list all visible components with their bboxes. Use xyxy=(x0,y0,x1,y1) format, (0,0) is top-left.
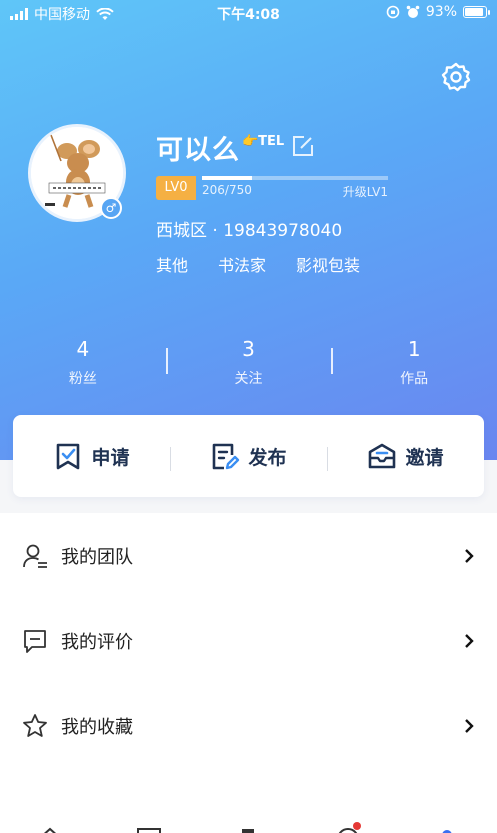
home-icon xyxy=(43,827,56,833)
invite-icon xyxy=(369,443,396,469)
stat-following[interactable]: 3 关注 xyxy=(165,336,332,392)
team-icon xyxy=(23,544,47,568)
apply-icon xyxy=(57,443,80,470)
chevron-right-icon xyxy=(465,718,474,733)
battery-percent: 93% xyxy=(425,4,457,20)
profile-tags: 其他 书法家 影视包装 xyxy=(156,252,360,276)
invite-label: 邀请 xyxy=(405,446,444,469)
tab-publish[interactable] xyxy=(235,822,261,833)
menu-item-team[interactable]: 我的团队 xyxy=(0,513,497,598)
tag-item: 书法家 xyxy=(218,256,267,275)
quick-actions-card: 申请 发布 邀请 xyxy=(13,415,484,497)
settings-gear-icon[interactable] xyxy=(440,61,472,93)
bottom-tab-bar xyxy=(0,822,497,833)
stat-works[interactable]: 1 作品 xyxy=(331,336,497,392)
invite-button[interactable]: 邀请 xyxy=(327,415,484,497)
level-progress: LV0 206/750 升级LV1 xyxy=(156,176,388,200)
tab-messages[interactable] xyxy=(335,822,361,833)
menu-item-favorites[interactable]: 我的收藏 xyxy=(0,683,497,768)
menu-item-reviews[interactable]: 我的评价 xyxy=(0,598,497,683)
level-progress-text: 206/750 xyxy=(202,183,252,197)
tag-item: 影视包装 xyxy=(296,256,361,275)
stat-followers[interactable]: 4 粉丝 xyxy=(0,336,166,392)
chevron-right-icon xyxy=(465,633,474,648)
list-icon xyxy=(137,828,162,833)
menu-item-label: 我的团队 xyxy=(61,546,133,568)
level-progress-track xyxy=(202,176,388,180)
stat-value: 3 xyxy=(242,337,255,361)
next-level-label: 升级LV1 xyxy=(342,185,388,199)
stat-label: 粉丝 xyxy=(68,371,97,387)
chevron-right-icon xyxy=(465,548,474,563)
publish-button[interactable]: 发布 xyxy=(170,415,327,497)
menu-item-label: 我的评价 xyxy=(61,631,133,653)
profile-name-row: 可以么 👉TEL xyxy=(156,128,314,167)
stat-label: 作品 xyxy=(400,371,429,387)
stats-row: 4 粉丝 3 关注 1 作品 xyxy=(0,336,497,392)
tag-item: 其他 xyxy=(156,256,189,275)
favorite-icon xyxy=(23,713,47,737)
menu-item-label: 我的收藏 xyxy=(61,716,133,738)
profile-name: 可以么 xyxy=(156,135,240,166)
tab-home[interactable] xyxy=(37,822,63,833)
edit-profile-icon[interactable] xyxy=(292,135,314,157)
battery-icon xyxy=(463,6,490,18)
status-bar: 中国移动 下午4:08 93% xyxy=(0,0,497,26)
review-icon xyxy=(24,629,46,653)
profile-name-suffix: 👉TEL xyxy=(242,134,285,149)
publish-icon xyxy=(213,443,240,470)
rotation-lock-icon xyxy=(386,5,400,19)
publish-label: 发布 xyxy=(248,446,287,469)
apply-button[interactable]: 申请 xyxy=(13,415,170,497)
apply-label: 申请 xyxy=(91,446,130,469)
level-progress-fill xyxy=(202,176,253,180)
document-icon xyxy=(242,829,255,833)
menu-list: 我的团队 我的评价 我的收藏 xyxy=(0,513,497,833)
stat-value: 1 xyxy=(407,337,421,361)
tab-profile[interactable] xyxy=(434,822,460,833)
gender-male-icon: ♂ xyxy=(100,197,122,219)
stat-value: 4 xyxy=(76,337,90,361)
stat-label: 关注 xyxy=(234,371,263,387)
tab-list[interactable] xyxy=(136,822,162,833)
alarm-icon xyxy=(406,5,420,18)
location-phone: 西城区 · 19843978040 xyxy=(156,221,343,241)
level-badge: LV0 xyxy=(156,176,196,200)
notification-dot xyxy=(352,822,361,830)
profile-icon xyxy=(442,830,452,833)
